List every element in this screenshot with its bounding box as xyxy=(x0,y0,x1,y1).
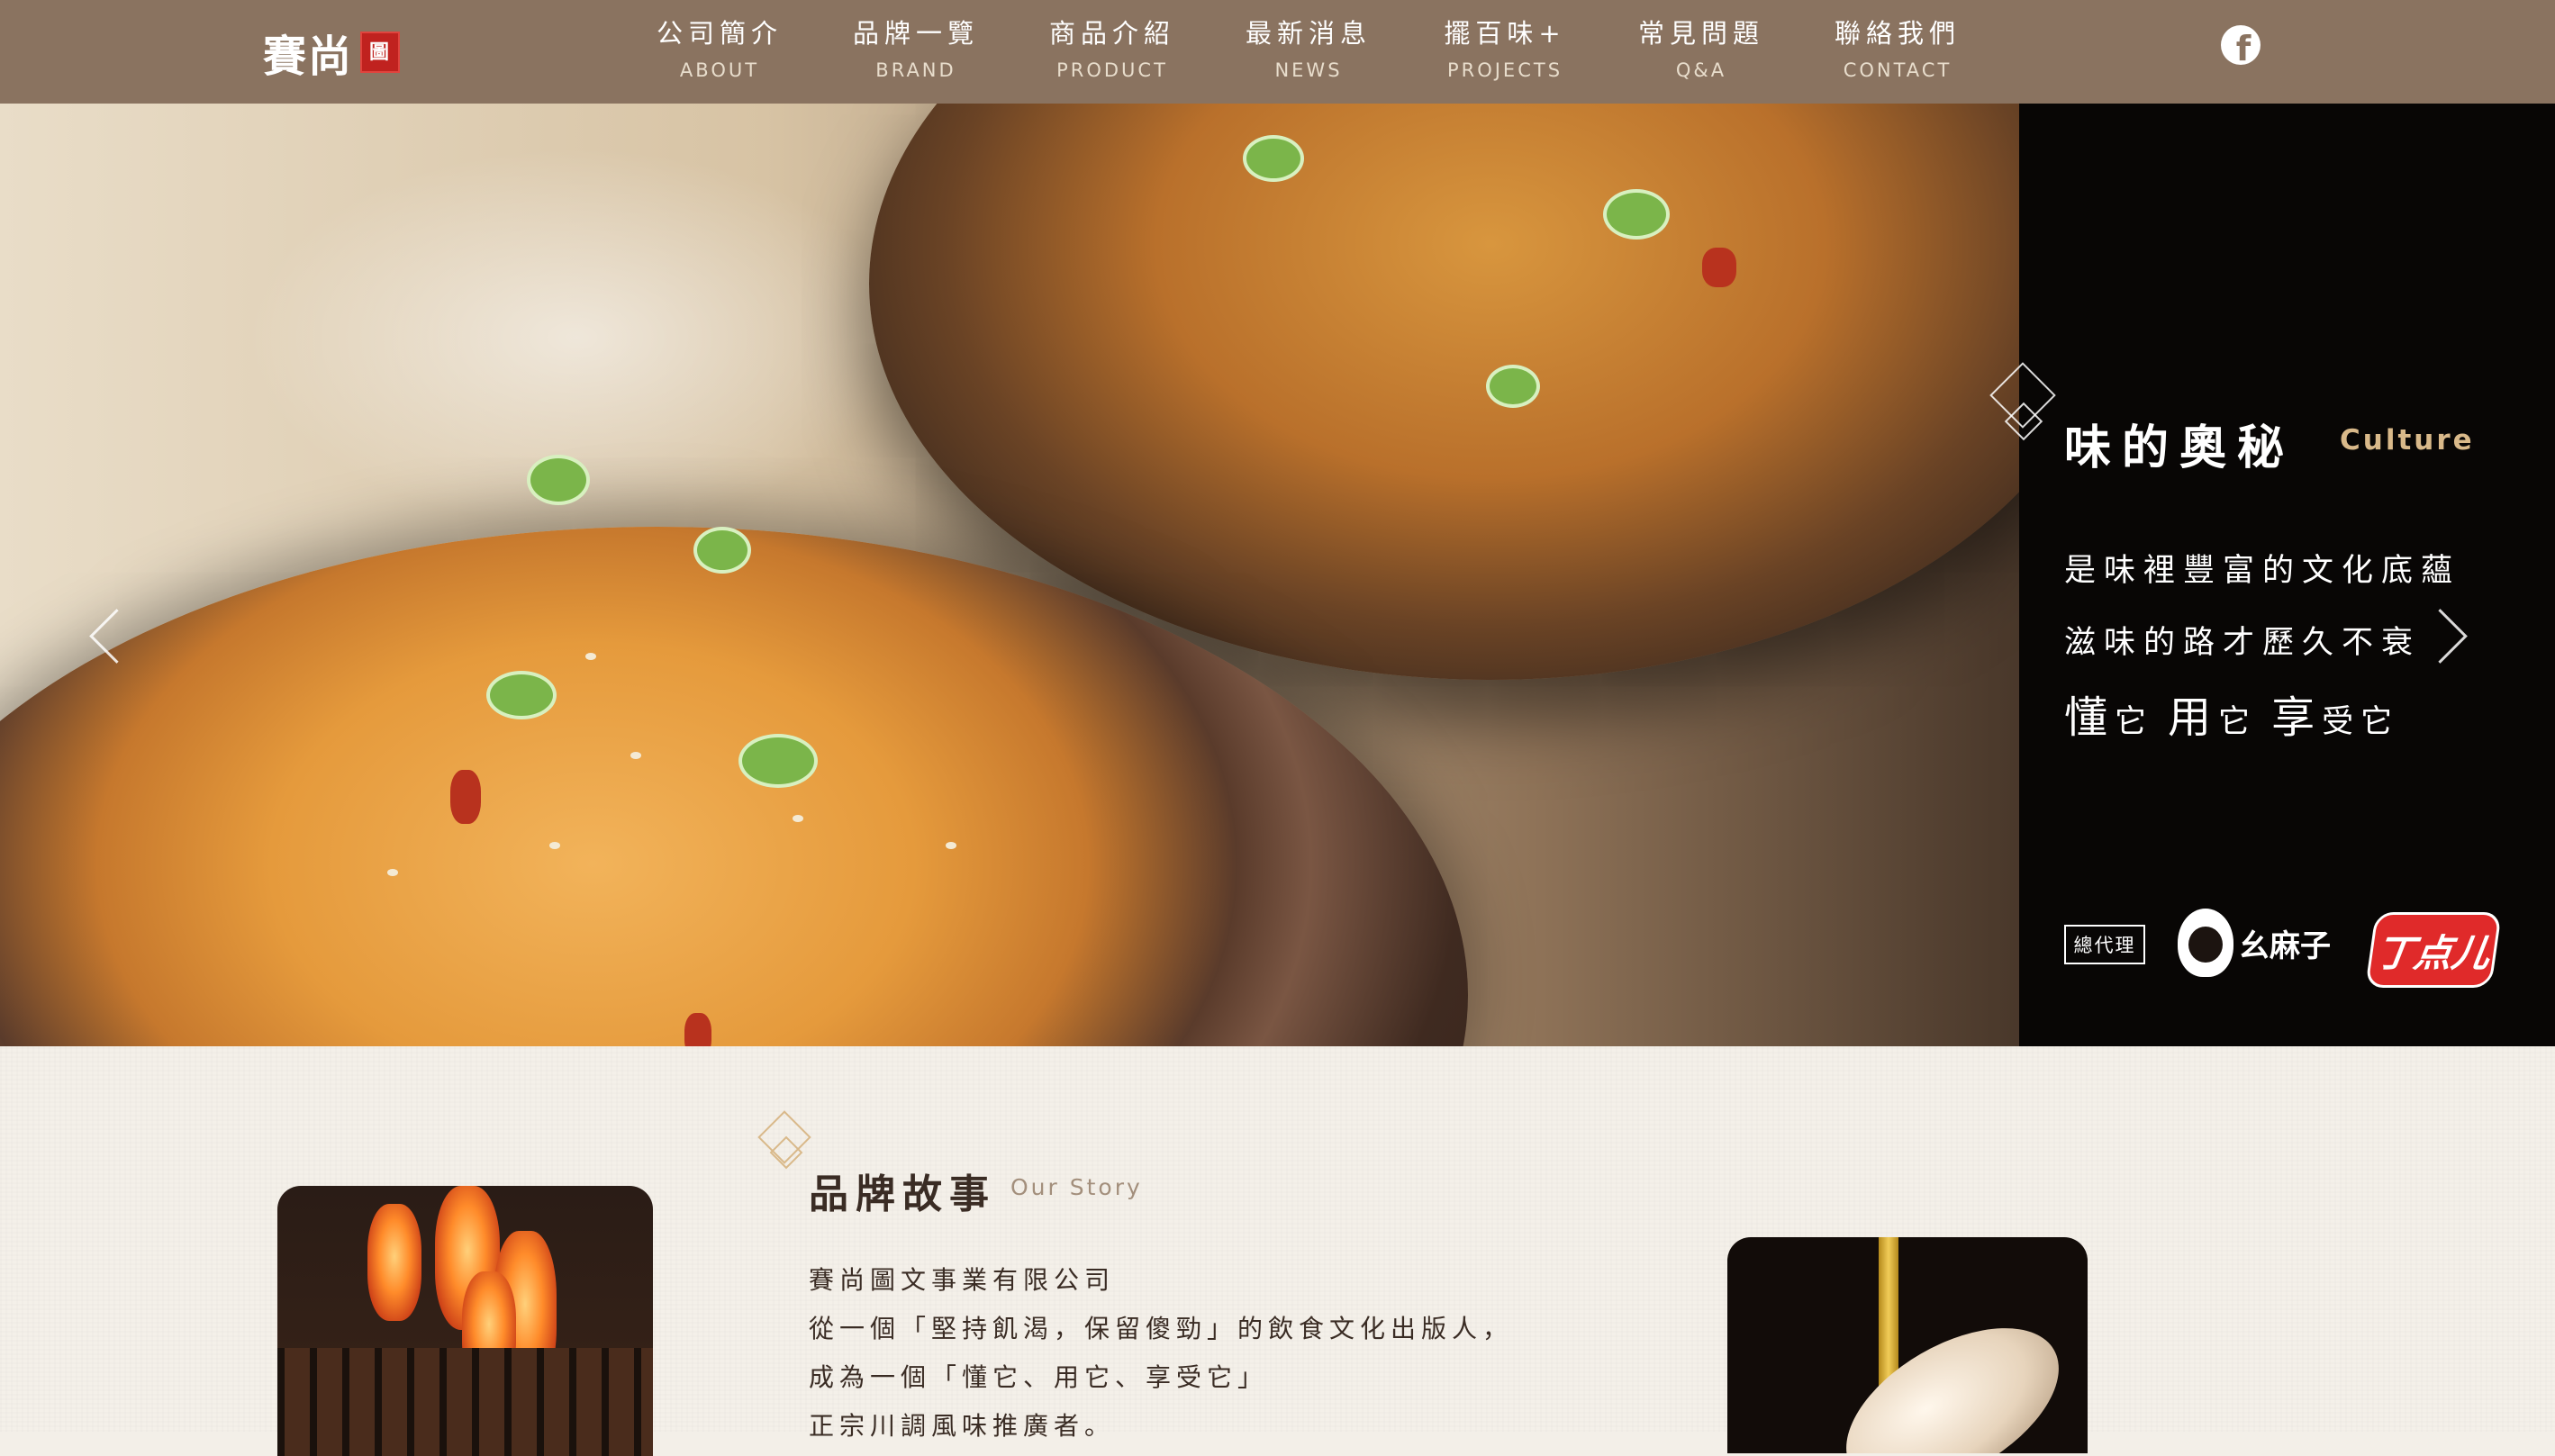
nav-label-en: CONTACT xyxy=(1843,59,1952,81)
facebook-icon[interactable]: f xyxy=(2221,25,2261,65)
garnish-decoration xyxy=(486,671,557,719)
nav-item-brand[interactable]: 品牌一覽 BRAND xyxy=(818,14,1014,81)
nav-label-en: Q&A xyxy=(1675,59,1727,81)
garnish-decoration xyxy=(793,815,803,822)
nav-item-about[interactable]: 公司簡介 ABOUT xyxy=(621,14,818,81)
garnish-decoration xyxy=(693,527,751,574)
hero-subtitle: Culture xyxy=(2340,424,2475,457)
nav-label-zh: 品牌一覽 xyxy=(852,18,979,49)
nav-item-contact[interactable]: 聯絡我們 CONTACT xyxy=(1799,14,1996,81)
nav-label-en: BRAND xyxy=(875,59,956,81)
nav-label-en: NEWS xyxy=(1274,59,1343,81)
nav-label-zh: 常見問題 xyxy=(1637,18,1764,49)
hero-title: 味的奧秘 xyxy=(2064,421,2296,475)
brand-story-section: 品牌故事 Our Story 賽尚圖文事業有限公司 從一個「堅持飢渴，保留傻勁」… xyxy=(0,1046,2555,1456)
garnish-decoration xyxy=(527,455,590,505)
garnish-decoration xyxy=(1603,189,1670,240)
story-text-line: 賽尚圖文事業有限公司 xyxy=(809,1265,1116,1295)
garnish-decoration xyxy=(946,842,956,849)
garnish-decoration xyxy=(1243,135,1304,182)
hero-text-line-2: 滋味的路才歷久不衰 xyxy=(2064,625,2422,661)
lantern-shape xyxy=(367,1204,421,1321)
main-nav: 公司簡介 ABOUT 品牌一覽 BRAND 商品介紹 PRODUCT 最新消息 … xyxy=(621,14,1996,81)
lanterns-photo xyxy=(277,1186,653,1456)
nav-item-qa[interactable]: 常見問題 Q&A xyxy=(1603,14,1799,81)
story-subtitle: Our Story xyxy=(1010,1174,1143,1200)
garnish-decoration xyxy=(585,653,596,660)
nav-label-en: PROJECTS xyxy=(1446,59,1563,81)
hero-word: 懂 xyxy=(2064,692,2116,743)
garnish-decoration xyxy=(1486,365,1540,408)
nav-item-product[interactable]: 商品介紹 PRODUCT xyxy=(1014,14,1210,81)
facebook-glyph: f xyxy=(2235,29,2251,65)
garnish-decoration xyxy=(549,842,560,849)
garnish-decoration xyxy=(1702,248,1736,287)
hero-word: 它 xyxy=(2115,704,2154,740)
story-text-line: 成為一個「懂它、用它、享受它」 xyxy=(809,1362,1269,1392)
story-title: 品牌故事 xyxy=(809,1171,996,1217)
site-header: 賽尚 圖 公司簡介 ABOUT 品牌一覽 BRAND 商品介紹 PRODUCT … xyxy=(0,0,2555,104)
nav-label-zh: 公司簡介 xyxy=(656,18,783,49)
hero-text-line-1: 是味裡豐富的文化底蘊 xyxy=(2064,553,2461,589)
nav-label-zh: 最新消息 xyxy=(1245,18,1372,49)
nav-item-projects[interactable]: 擺百味+ PROJECTS xyxy=(1407,14,1603,81)
oil-spoon-photo xyxy=(1727,1237,2088,1453)
hero-word: 享 xyxy=(2271,692,2323,743)
brand-logo-dingdianer[interactable]: 丁点儿 xyxy=(2365,912,2502,988)
hero-word: 用 xyxy=(2168,692,2219,743)
garnish-decoration xyxy=(450,770,481,824)
garnish-decoration xyxy=(630,752,641,759)
nav-label-zh: 聯絡我們 xyxy=(1834,18,1961,49)
site-logo[interactable]: 賽尚 圖 xyxy=(263,25,401,82)
nav-label-en: PRODUCT xyxy=(1056,59,1168,81)
window-lattice xyxy=(277,1348,653,1456)
logo-seal-icon: 圖 xyxy=(360,32,401,73)
nav-item-news[interactable]: 最新消息 NEWS xyxy=(1210,14,1407,81)
story-text-line: 正宗川調風味推廣者。 xyxy=(809,1411,1116,1441)
hero-text-line-3: 懂它 用它 享受它 xyxy=(2064,682,2414,745)
hero-word: 它 xyxy=(2218,704,2258,740)
hero-banner: 味的奧秘 Culture 是味裡豐富的文化底蘊 滋味的路才歷久不衰 懂它 用它 享受… xyxy=(0,104,2555,1046)
spoon-shape xyxy=(1819,1295,2086,1453)
hero-word: 受它 xyxy=(2322,704,2400,740)
yaomazi-mascot-icon xyxy=(2178,909,2233,977)
garnish-decoration xyxy=(738,734,818,788)
garnish-decoration xyxy=(684,1013,711,1046)
brand-logo-text: 幺麻子 xyxy=(2239,927,2331,964)
agent-badge: 總代理 xyxy=(2064,925,2145,964)
garnish-decoration xyxy=(387,869,398,876)
story-text-line: 從一個「堅持飢渴，保留傻勁」的飲食文化出版人， xyxy=(809,1314,1514,1343)
brand-logo-yaomazi[interactable]: 幺麻子 xyxy=(2178,903,2336,982)
nav-label-en: ABOUT xyxy=(679,59,760,81)
logo-text: 賽尚 xyxy=(263,32,354,82)
nav-label-zh: 擺百味+ xyxy=(1444,18,1566,49)
nav-label-zh: 商品介紹 xyxy=(1048,18,1175,49)
